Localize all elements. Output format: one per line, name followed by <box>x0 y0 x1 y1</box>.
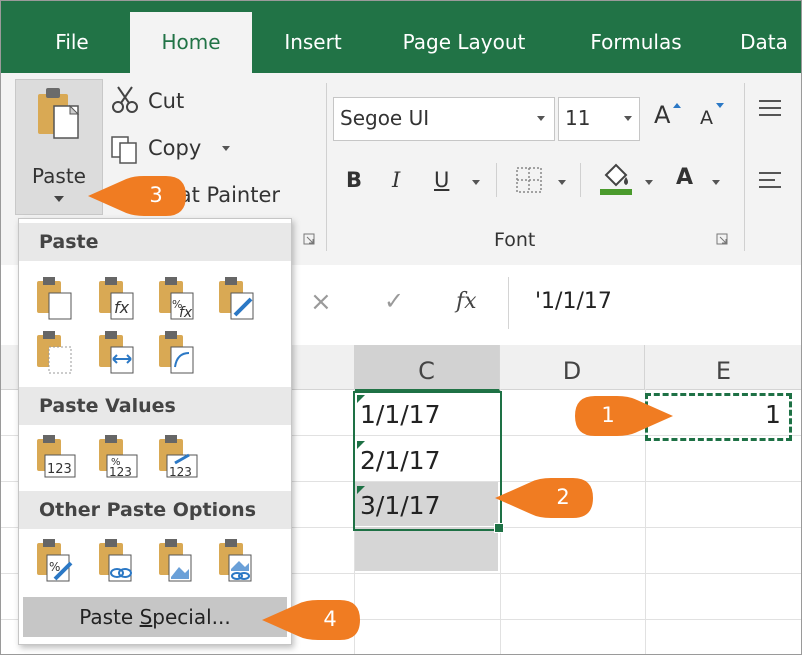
enter-icon[interactable]: ✓ <box>384 287 404 315</box>
italic-button[interactable]: I <box>392 168 400 192</box>
underline-button[interactable]: U <box>434 168 449 192</box>
formula-content: '1/1/17 <box>535 289 612 314</box>
toolbar-divider <box>580 163 581 197</box>
font-name-value: Segoe UI <box>340 106 430 130</box>
copy-dropdown-icon[interactable] <box>222 146 230 151</box>
paste-no-borders-icon[interactable] <box>33 329 79 375</box>
callout-1-number: 1 <box>601 403 615 427</box>
cell-c1-value: 1/1/17 <box>360 400 441 429</box>
svg-text:123: 123 <box>47 462 72 477</box>
chevron-down-icon[interactable] <box>624 116 632 121</box>
paste-keep-source-formatting-icon[interactable] <box>215 275 261 321</box>
tab-home[interactable]: Home <box>130 12 252 73</box>
paste-special-suffix: pecial... <box>152 605 231 629</box>
tab-data[interactable]: Data <box>728 0 800 73</box>
copy-icon <box>111 136 137 164</box>
group-separator <box>326 83 327 251</box>
cell-c3-value: 3/1/17 <box>360 491 441 520</box>
paste-section-header: Paste <box>19 223 291 261</box>
paste-icon[interactable] <box>33 275 79 321</box>
column-header-e[interactable]: E <box>645 345 802 390</box>
font-color-dropdown-icon[interactable] <box>712 180 720 185</box>
toolbar-divider <box>496 163 497 197</box>
paste-values-source-formatting-icon[interactable]: 123 <box>155 433 201 479</box>
paste-options-menu: Paste fx %fx Paste Values 123 %123 123 <box>18 218 292 645</box>
paste-values-header: Paste Values <box>19 387 291 425</box>
borders-icon[interactable] <box>515 166 543 194</box>
align-left-icon[interactable] <box>757 169 783 191</box>
fill-handle[interactable] <box>494 523 504 533</box>
font-size-combobox[interactable]: 11 <box>558 97 640 141</box>
paste-link-icon[interactable] <box>95 537 141 583</box>
shrink-font-button[interactable]: A <box>700 107 713 129</box>
align-top-icon[interactable] <box>757 97 783 119</box>
column-header-c[interactable]: C <box>354 345 500 391</box>
tab-page-layout[interactable]: Page Layout <box>386 0 542 73</box>
tab-formulas[interactable]: Formulas <box>575 0 697 73</box>
paste-special-prefix: Paste <box>79 605 140 629</box>
paste-picture-icon[interactable] <box>155 537 201 583</box>
paste-formulas-number-formatting-icon[interactable]: %fx <box>155 275 201 321</box>
tab-insert[interactable]: Insert <box>270 0 356 73</box>
fill-color-icon[interactable] <box>598 161 634 197</box>
other-paste-options-header: Other Paste Options <box>19 491 291 529</box>
dialog-launcher-icon[interactable] <box>303 233 315 245</box>
paste-transpose-icon[interactable] <box>155 329 201 375</box>
svg-text:fx: fx <box>114 298 130 317</box>
increase-arrow-icon <box>673 103 681 108</box>
copy-button[interactable]: Copy <box>148 136 201 160</box>
svg-text:%: % <box>49 560 60 574</box>
font-group-label: Font <box>494 229 536 251</box>
paste-formulas-icon[interactable]: fx <box>95 275 141 321</box>
scissors-icon <box>112 86 138 113</box>
paste-values-number-formatting-icon[interactable]: %123 <box>95 433 141 479</box>
fill-color-dropdown-icon[interactable] <box>645 180 653 185</box>
cell-e1-value: 1 <box>765 400 781 429</box>
cut-button[interactable]: Cut <box>148 89 184 113</box>
cell-c3[interactable] <box>355 527 498 571</box>
insert-function-icon[interactable]: fx <box>456 289 477 314</box>
callout-3-number: 3 <box>149 183 163 207</box>
paste-label: Paste <box>32 164 86 188</box>
font-color-button[interactable]: A <box>676 165 693 190</box>
ribbon-tab-bar: File Home Insert Page Layout Formulas Da… <box>0 0 802 73</box>
dialog-launcher-icon[interactable] <box>716 233 728 245</box>
grow-font-button[interactable]: A <box>654 101 670 129</box>
bold-button[interactable]: B <box>346 168 362 192</box>
group-separator <box>744 83 745 251</box>
chevron-down-icon[interactable] <box>537 116 545 121</box>
font-size-value: 11 <box>565 106 591 130</box>
column-header-d[interactable]: D <box>500 345 645 390</box>
tab-file[interactable]: File <box>40 0 104 73</box>
svg-text:fx: fx <box>179 305 193 321</box>
paste-keep-column-widths-icon[interactable] <box>95 329 141 375</box>
underline-dropdown-icon[interactable] <box>472 180 480 185</box>
clipboard-paste-icon <box>38 88 80 139</box>
paste-special-accelerator: S <box>139 605 153 629</box>
paste-formatting-icon[interactable]: % <box>33 537 79 583</box>
svg-text:123: 123 <box>169 465 192 479</box>
cell-c2-value: 2/1/17 <box>360 446 441 475</box>
paste-dropdown-arrow-icon[interactable] <box>54 196 64 202</box>
callout-2-number: 2 <box>556 485 570 509</box>
paste-linked-picture-icon[interactable] <box>215 537 261 583</box>
formula-input[interactable]: '1/1/17 <box>508 277 801 329</box>
borders-dropdown-icon[interactable] <box>558 180 566 185</box>
decrease-arrow-icon <box>716 103 724 108</box>
cancel-icon[interactable]: × <box>310 287 332 317</box>
paste-special-menu-item[interactable]: Paste Special... <box>23 597 287 637</box>
svg-text:123: 123 <box>109 465 132 479</box>
font-name-combobox[interactable]: Segoe UI <box>333 97 555 141</box>
callout-4-number: 4 <box>323 607 337 631</box>
paste-values-icon[interactable]: 123 <box>33 433 79 479</box>
